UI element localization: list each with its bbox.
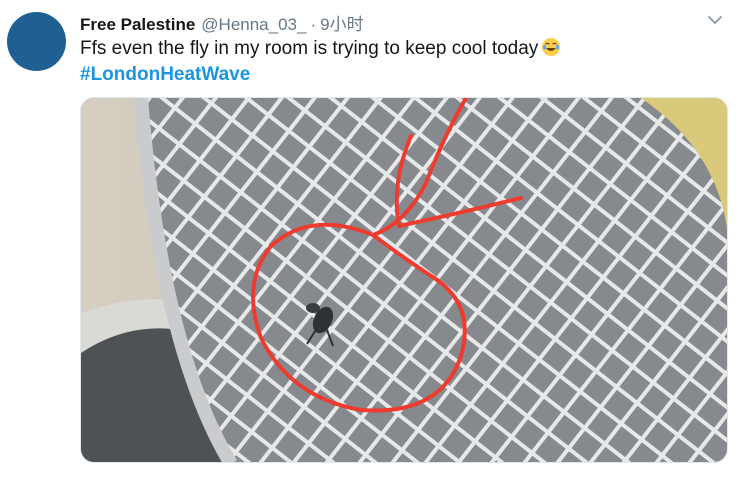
tweet-text: Ffs even the fly in my room is trying to… [80,36,720,62]
hashtag-link[interactable]: #LondonHeatWave [80,62,250,88]
timestamp[interactable]: 9小时 [320,10,363,35]
tweet-card[interactable]: Free Palestine @Henna_03_ · 9小时 Ffs even… [0,0,738,477]
tweet-photo[interactable] [80,97,728,463]
separator-dot: · [310,15,317,34]
photo-fan-grille-with-fly [81,98,727,462]
tweet-header: Free Palestine @Henna_03_ · 9小时 [80,10,718,34]
tweet-body: Ffs even the fly in my room is trying to… [80,38,539,59]
user-handle[interactable]: @Henna_03_ [201,15,306,35]
face-with-tears-of-joy-icon [542,38,561,56]
display-name[interactable]: Free Palestine [80,15,195,35]
avatar[interactable] [7,12,66,71]
chevron-down-icon[interactable] [707,14,723,26]
